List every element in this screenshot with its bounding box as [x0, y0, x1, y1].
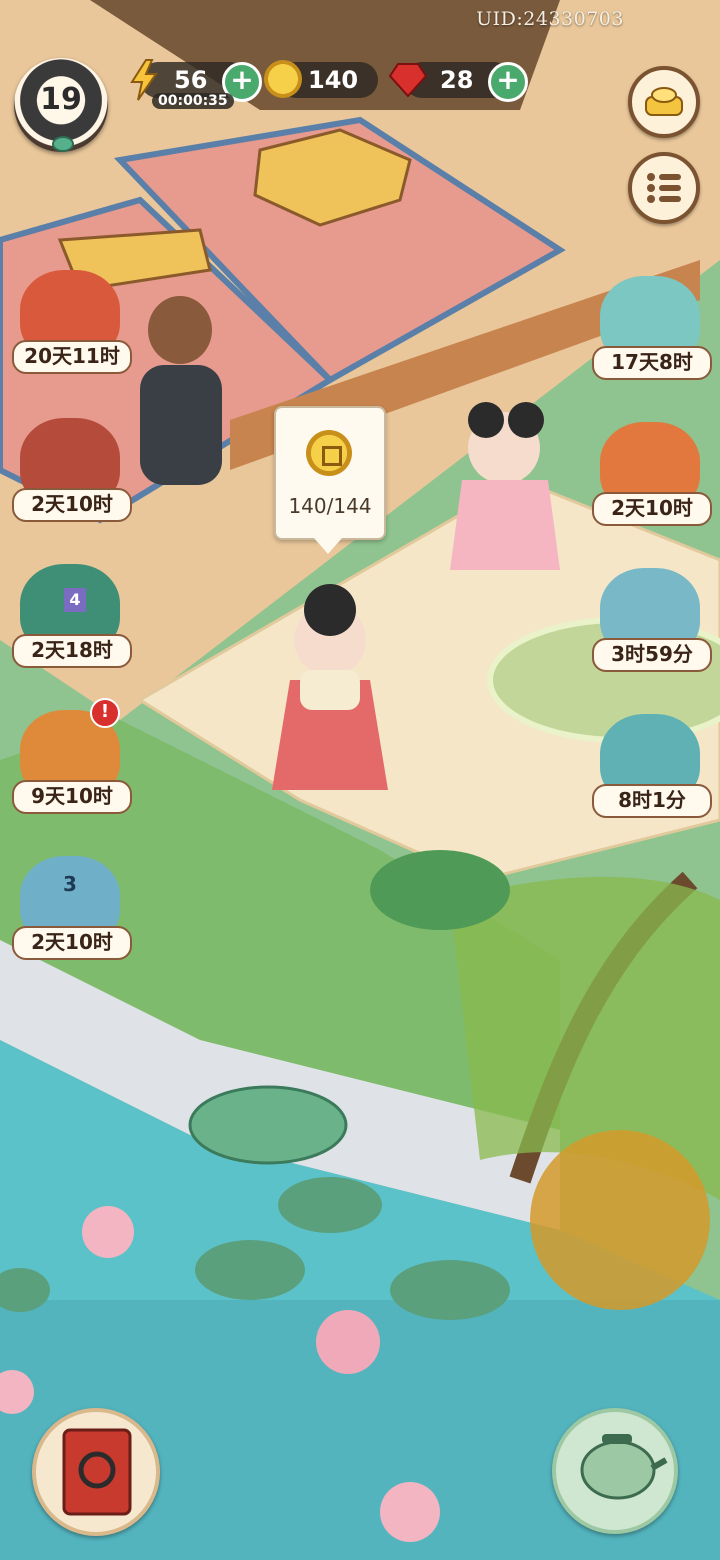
event-tea-set[interactable]: 2天10时 [12, 418, 132, 522]
list-icon [647, 173, 681, 203]
event-timer: 3时59分 [592, 638, 712, 672]
coin-value: 140 [308, 66, 359, 94]
coin-icon [264, 60, 302, 98]
event-timer: 8时1分 [592, 784, 712, 818]
uid-label: UID:24330703 [476, 8, 624, 30]
event-timer: 9天10时 [12, 780, 132, 814]
event-jade-cat[interactable]: 17天8时 [592, 276, 712, 380]
book-button[interactable] [32, 1408, 160, 1536]
player-level: 19 [40, 82, 82, 117]
event-badge: 4 [64, 588, 86, 612]
event-timer: 2天18时 [12, 634, 132, 668]
treasure-shop-button[interactable] [628, 66, 700, 138]
event-shop-gate[interactable]: 4 2天18时 [12, 564, 132, 668]
event-timer: 20天11时 [12, 340, 132, 374]
energy-timer: 00:00:35 [152, 93, 234, 109]
leaf-icon [52, 136, 74, 152]
gold-ingot-icon [645, 87, 683, 116]
event-timer: 17天8时 [592, 346, 712, 380]
event-gift-box[interactable]: 8时1分 [592, 714, 712, 818]
teapot-icon [580, 1434, 668, 1500]
player-level-badge[interactable]: 19 [14, 58, 108, 152]
gem-icon [388, 63, 428, 98]
event-timer: 2天10时 [12, 926, 132, 960]
gem-value: 28 [440, 66, 474, 94]
coin-progress-text: 140/144 [288, 494, 372, 518]
menu-button[interactable] [628, 152, 700, 224]
energy-value: 56 [174, 66, 208, 94]
tea-button[interactable] [552, 1408, 678, 1534]
alert-badge: ! [90, 698, 120, 728]
add-gem-button[interactable]: + [488, 62, 528, 102]
event-treasure[interactable]: 3时59分 [592, 568, 712, 672]
event-lotus[interactable]: 3 2天10时 [12, 856, 132, 960]
event-fortune-cat[interactable]: 2天10时 [592, 422, 712, 526]
red-book-icon [62, 1428, 132, 1516]
event-scroll-book[interactable]: 20天11时 [12, 270, 132, 374]
coin-progress-bubble[interactable]: 140/144 [274, 406, 386, 554]
event-timer: 2天10时 [592, 492, 712, 526]
event-badge: 3 [63, 872, 77, 896]
coin-icon [306, 430, 352, 476]
event-timer: 2天10时 [12, 488, 132, 522]
